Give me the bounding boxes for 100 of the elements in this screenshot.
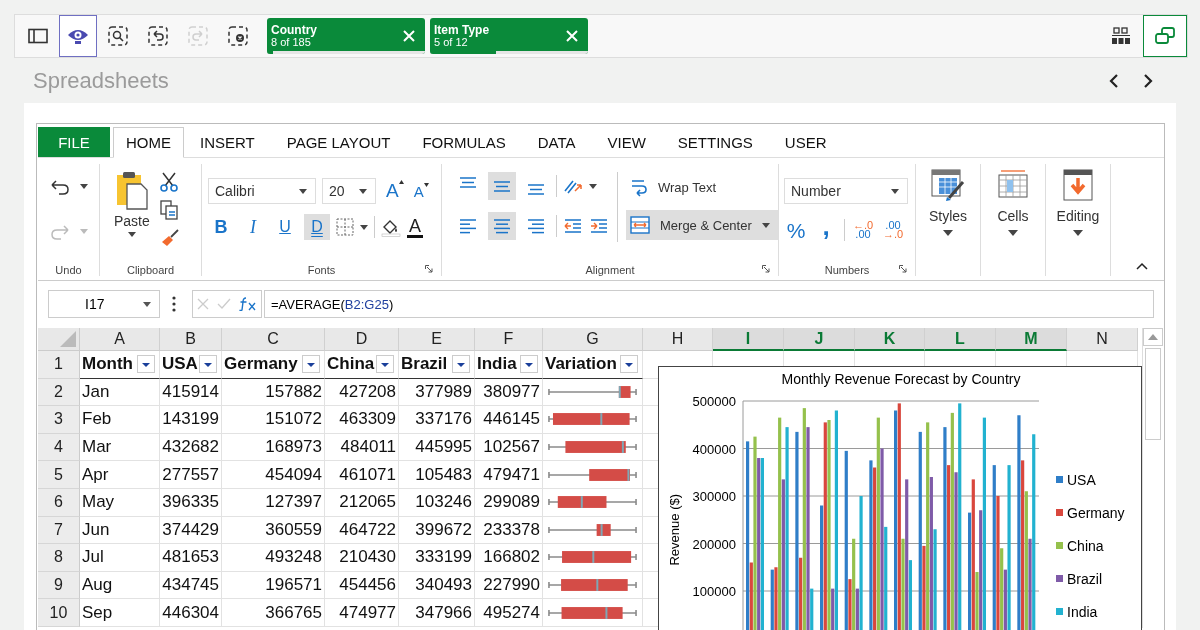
caret-icon[interactable] [589, 183, 597, 189]
increase-indent-icon[interactable] [589, 217, 609, 235]
table-cell: 333199 [399, 544, 475, 572]
ribbon-tab[interactable]: FORMULAS [406, 127, 522, 157]
scrollbar-thumb[interactable] [1145, 348, 1161, 440]
row-header[interactable]: 5 [38, 461, 80, 489]
double-underline-button[interactable]: D [304, 214, 330, 240]
column-header[interactable]: B [160, 328, 222, 351]
decrease-font-size-button[interactable]: A [413, 182, 429, 200]
row-header[interactable]: 9 [38, 571, 80, 600]
increase-decimal-button[interactable]: ←.0 .00 [851, 221, 875, 239]
filter-dropdown-icon[interactable] [620, 355, 638, 374]
column-header[interactable]: E [399, 328, 475, 351]
row-header[interactable]: 1 [38, 351, 80, 379]
bold-button[interactable]: B [208, 214, 234, 240]
font-size-dropdown[interactable]: 20 [322, 178, 376, 204]
align-center-button[interactable] [488, 212, 516, 240]
caret-icon[interactable] [79, 184, 88, 189]
underline-button[interactable]: U [272, 214, 298, 240]
table-cell: 233378 [475, 516, 543, 545]
ribbon-tab[interactable]: SETTINGS [661, 127, 769, 157]
ribbon-tab[interactable]: INSERT [184, 127, 271, 157]
scroll-up-icon[interactable] [1148, 334, 1158, 340]
windows-button[interactable] [1143, 15, 1187, 57]
row-header[interactable]: 2 [38, 378, 80, 407]
increase-font-size-button[interactable]: A [386, 180, 404, 202]
function-icon[interactable] [239, 297, 257, 311]
font-name-dropdown[interactable]: Calibri [208, 178, 316, 204]
column-header[interactable]: J [784, 328, 855, 351]
borders-icon[interactable] [336, 218, 354, 236]
insights-button[interactable] [59, 15, 97, 57]
filter-dropdown-icon[interactable] [137, 355, 155, 374]
previous-icon[interactable] [1108, 72, 1120, 89]
column-header[interactable]: N [1067, 328, 1138, 351]
align-middle-button[interactable] [488, 172, 516, 200]
column-header[interactable]: F [475, 328, 543, 351]
comma-button[interactable]: , [814, 218, 838, 242]
align-top-icon [460, 177, 476, 188]
column-header[interactable]: G [543, 328, 643, 351]
row-header[interactable]: 6 [38, 488, 80, 517]
paste-button[interactable]: Paste [114, 170, 150, 237]
collapse-icon[interactable] [1136, 262, 1148, 270]
italic-button[interactable]: I [240, 214, 266, 240]
column-title: Month [82, 354, 133, 375]
styles-button[interactable]: Styles [916, 164, 980, 236]
scissors-icon[interactable] [159, 172, 178, 192]
number-format-dropdown[interactable]: Number [784, 178, 908, 204]
column-header[interactable]: H [643, 328, 713, 351]
caret-icon[interactable] [360, 224, 368, 230]
next-icon[interactable] [1142, 72, 1154, 89]
row-header[interactable]: 3 [38, 406, 80, 434]
decrease-indent-icon[interactable] [563, 217, 583, 235]
filter-dropdown-icon[interactable] [520, 355, 538, 374]
ribbon-tab[interactable]: DATA [521, 127, 592, 157]
dialog-launcher-icon[interactable] [425, 265, 433, 273]
ribbon-tab[interactable]: USER [768, 127, 843, 157]
column-header[interactable]: I [713, 328, 784, 351]
row-header[interactable]: 4 [38, 433, 80, 462]
filter-dropdown-icon[interactable] [452, 355, 470, 374]
table-cell: Aug [80, 571, 160, 600]
file-menu-button[interactable]: FILE [38, 127, 110, 157]
table-cell: 380977 [475, 378, 543, 407]
search-icon [108, 26, 128, 46]
merge-center-button[interactable]: Merge & Center [626, 210, 778, 240]
column-header[interactable]: M [996, 328, 1067, 351]
row-header[interactable]: 10 [38, 599, 80, 627]
decrease-decimal-button[interactable]: .00 →.0 [881, 221, 905, 239]
filter-dropdown-icon[interactable] [199, 355, 217, 374]
filter-dropdown-icon[interactable] [376, 355, 394, 374]
ribbon-tab[interactable]: PAGE LAYOUT [270, 127, 407, 157]
row-header[interactable]: 8 [38, 544, 80, 572]
row-header[interactable]: 7 [38, 516, 80, 545]
dialog-launcher-icon[interactable] [762, 265, 770, 273]
ribbon-tab[interactable]: VIEW [591, 127, 662, 157]
dialog-launcher-icon[interactable] [899, 265, 907, 273]
filter-dropdown-icon[interactable] [302, 355, 320, 374]
font-color-button[interactable]: A [407, 216, 423, 238]
cell-name-box[interactable]: I17 [48, 290, 160, 318]
ribbon-tab[interactable]: HOME [113, 127, 184, 158]
more-icon[interactable] [172, 296, 176, 312]
wrap-text-button[interactable]: Wrap Text [626, 172, 778, 202]
close-icon[interactable] [403, 30, 415, 42]
copy-icon[interactable] [159, 200, 178, 220]
undo-button[interactable] [49, 178, 70, 195]
percent-button[interactable]: % [784, 219, 808, 241]
table-cell: 463309 [325, 406, 399, 434]
editing-button[interactable]: Editing [1046, 164, 1110, 236]
cells-button[interactable]: Cells [981, 164, 1045, 236]
filter-chip[interactable]: Item Type 5 of 12 [430, 18, 588, 54]
filter-chip[interactable]: Country 8 of 185 [267, 18, 425, 54]
close-icon[interactable] [566, 30, 578, 42]
column-header[interactable]: A [80, 328, 160, 351]
table-cell: 340493 [399, 571, 475, 600]
column-header[interactable]: L [925, 328, 996, 351]
column-header[interactable]: D [325, 328, 399, 351]
column-header[interactable]: C [222, 328, 325, 351]
formula-field[interactable]: =AVERAGE(B2:G25) [264, 290, 1154, 318]
vertical-scrollbar[interactable] [1142, 328, 1163, 628]
undo-icon [49, 178, 70, 195]
column-header[interactable]: K [855, 328, 925, 351]
